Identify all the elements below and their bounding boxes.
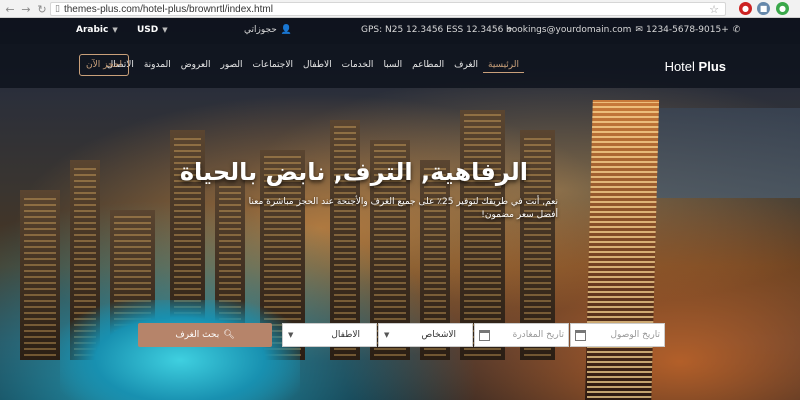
my-bookings-label: حجوزاتي	[244, 25, 277, 35]
nav-item-spa[interactable]: السبا	[378, 58, 407, 73]
search-icon: 🔍︎	[223, 330, 235, 340]
extension-camera-icon[interactable]: ■	[757, 2, 770, 15]
checkout-placeholder: تاريخ المغادرة	[512, 330, 564, 340]
search-rooms-label: بحث الغرف	[175, 330, 220, 340]
hero-subline-2: أفضل سعر مضمون!	[481, 210, 558, 220]
language-selector[interactable]: Arabic ▼	[76, 25, 118, 35]
hero-subline: نعم, أنت في طريقك لتوفير 25٪ على جميع ال…	[249, 196, 558, 222]
top-info-bar: Arabic ▼ USD ▼ حجوزاتي 👤 GPS: N25 12.345…	[0, 18, 800, 44]
nav-item-meetings[interactable]: الاجتماعات	[248, 58, 298, 73]
envelope-icon: ✉	[635, 25, 643, 35]
gps-text: GPS: N25 12.3456 ESS 12.3456	[361, 25, 504, 35]
book-now-button[interactable]: احجز الآن	[79, 54, 129, 76]
currency-selector[interactable]: USD ▼	[137, 25, 168, 35]
chevron-down-icon: ▼	[162, 26, 168, 34]
nav-item-blog[interactable]: المدونة	[139, 58, 176, 73]
email-link[interactable]: bookings@yourdomain.com ✉	[506, 25, 643, 35]
logo-text-light: Hotel	[664, 59, 699, 74]
nav-item-restaurants[interactable]: المطاعم	[407, 58, 449, 73]
chevron-down-icon: ▼	[112, 26, 118, 34]
logo-text-bold: Plus	[698, 59, 726, 74]
checkin-placeholder: تاريخ الوصول	[610, 330, 661, 340]
extension-red-icon[interactable]: ●	[739, 2, 752, 15]
children-value: الاطفال	[331, 330, 360, 340]
page-icon: ▯	[55, 4, 60, 14]
forward-arrow-icon[interactable]: →	[18, 1, 34, 17]
email-text: bookings@yourdomain.com	[506, 25, 632, 35]
children-select[interactable]: ▼ الاطفال	[282, 323, 377, 347]
adults-value: الاشخاص	[421, 330, 456, 340]
adults-select[interactable]: ▼ الاشخاص	[378, 323, 473, 347]
extension-green-icon[interactable]: ●	[776, 2, 789, 15]
url-text: themes-plus.com/hotel-plus/brownrtl/inde…	[63, 3, 273, 15]
building	[20, 190, 60, 360]
main-navbar: Hotel Plus الرئيسية الغرف المطاعم السبا …	[0, 44, 800, 88]
caret-down-icon: ▼	[384, 331, 390, 339]
phone-info: 1234-5678-9015+ ✆	[646, 25, 740, 35]
calendar-icon	[575, 330, 586, 341]
search-rooms-button[interactable]: بحث الغرف 🔍︎	[138, 323, 272, 347]
gps-info: GPS: N25 12.3456 ESS 12.3456 ⌖	[361, 25, 512, 35]
user-icon: 👤	[280, 25, 293, 35]
bookmark-star-icon[interactable]: ☆	[709, 3, 719, 16]
back-arrow-icon[interactable]: ←	[2, 1, 18, 17]
nav-item-gallery[interactable]: الصور	[215, 58, 247, 73]
site-logo[interactable]: Hotel Plus	[665, 59, 726, 74]
nav-item-offers[interactable]: العروض	[176, 58, 216, 73]
hero-subline-1: نعم, أنت في طريقك لتوفير 25٪ على جميع ال…	[248, 197, 558, 207]
calendar-icon	[479, 330, 490, 341]
twisted-tower	[585, 100, 660, 400]
hero-headline: الرفاهية, الترف, نابض بالحياة	[179, 158, 528, 186]
nav-item-services[interactable]: الخدمات	[337, 58, 379, 73]
room-search-form: بحث الغرف 🔍︎ ▼ الاطفال ▼ الاشخاص تاريخ ا…	[138, 323, 671, 347]
my-bookings-link[interactable]: حجوزاتي 👤	[244, 25, 292, 35]
nav-item-rooms[interactable]: الغرف	[449, 58, 483, 73]
nav-item-kids[interactable]: الاطفال	[298, 58, 337, 73]
phone-icon: ✆	[732, 25, 741, 35]
address-bar[interactable]: ▯ themes-plus.com/hotel-plus/brownrtl/in…	[50, 2, 726, 16]
nav-item-home[interactable]: الرئيسية	[483, 58, 524, 73]
language-label: Arabic	[76, 25, 109, 35]
checkin-date-input[interactable]: تاريخ الوصول	[570, 323, 665, 347]
checkout-date-input[interactable]: تاريخ المغادرة	[474, 323, 569, 347]
currency-label: USD	[137, 25, 159, 35]
caret-down-icon: ▼	[288, 331, 294, 339]
main-menu: الرئيسية الغرف المطاعم السبا الخدمات الا…	[102, 58, 524, 73]
reload-icon[interactable]: ↻	[34, 1, 50, 17]
marina-water	[60, 300, 300, 400]
phone-text: 1234-5678-9015+	[646, 25, 729, 35]
browser-toolbar: ← → ↻ ▯ themes-plus.com/hotel-plus/brown…	[0, 0, 800, 18]
